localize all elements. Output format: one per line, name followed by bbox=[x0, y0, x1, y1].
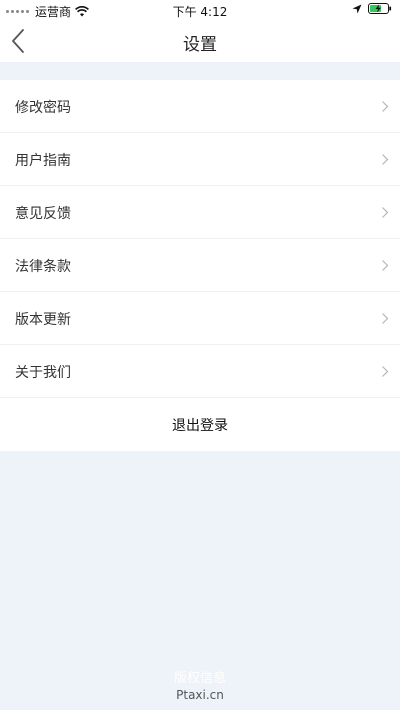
chevron-right-icon bbox=[382, 313, 389, 324]
menu-item-feedback[interactable]: 意见反馈 bbox=[0, 186, 400, 239]
menu-item-label: 版本更新 bbox=[15, 312, 71, 328]
location-arrow-icon bbox=[352, 4, 362, 13]
status-right bbox=[352, 3, 392, 14]
chevron-right-icon bbox=[382, 101, 389, 112]
logout-label: 退出登录 bbox=[172, 418, 228, 434]
menu-item-label: 意见反馈 bbox=[15, 206, 71, 222]
menu-item-version-update[interactable]: 版本更新 bbox=[0, 292, 400, 345]
battery-charging-icon bbox=[368, 3, 392, 14]
chevron-right-icon bbox=[382, 260, 389, 271]
menu-item-about-us[interactable]: 关于我们 bbox=[0, 345, 400, 398]
chevron-right-icon bbox=[382, 366, 389, 377]
copyright-title: 版权信息 bbox=[173, 671, 226, 686]
menu-item-label: 用户指南 bbox=[15, 153, 71, 169]
logout-button[interactable]: 退出登录 bbox=[0, 398, 400, 451]
chevron-right-icon bbox=[382, 207, 389, 218]
settings-menu: 修改密码 用户指南 意见反馈 法律条款 版本更新 关于我们 退出登录 bbox=[0, 80, 400, 451]
chevron-right-icon bbox=[382, 154, 389, 165]
menu-item-change-password[interactable]: 修改密码 bbox=[0, 80, 400, 133]
page-title: 设置 bbox=[183, 35, 217, 55]
menu-item-label: 修改密码 bbox=[15, 100, 71, 116]
menu-item-label: 法律条款 bbox=[15, 259, 71, 275]
status-bar: 运营商 下午 4:12 bbox=[0, 0, 400, 20]
copyright-site: Ptaxi.cn bbox=[176, 688, 224, 702]
status-time: 下午 4:12 bbox=[172, 5, 228, 19]
menu-item-label: 关于我们 bbox=[15, 365, 71, 381]
navigation-bar: 设置 bbox=[0, 20, 400, 62]
menu-item-user-guide[interactable]: 用户指南 bbox=[0, 133, 400, 186]
menu-item-legal-terms[interactable]: 法律条款 bbox=[0, 239, 400, 292]
